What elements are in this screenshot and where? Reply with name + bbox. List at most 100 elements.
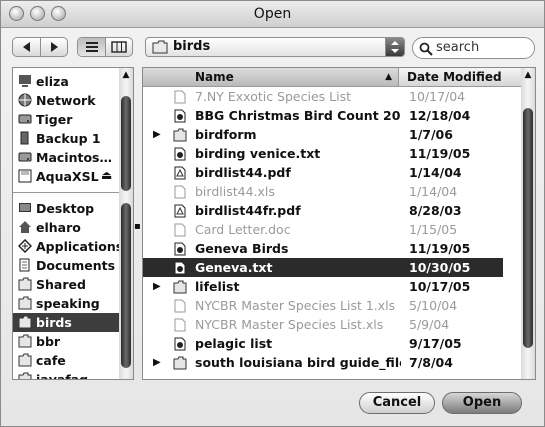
file-row[interactable]: birdlist44.pdf 1/14/04: [143, 163, 503, 182]
cancel-button[interactable]: Cancel: [359, 392, 435, 414]
file-name: birdlist44.pdf: [195, 165, 291, 180]
title-bar[interactable]: Open: [1, 1, 544, 28]
file-name: birding venice.txt: [195, 146, 321, 161]
sidebar-item-desktop[interactable]: Desktop: [13, 199, 133, 218]
eject-icon[interactable]: ⏏: [101, 168, 112, 182]
sidebar-item-tiger[interactable]: Tiger: [13, 110, 133, 129]
disclosure-triangle-icon[interactable]: ▶: [153, 281, 161, 292]
search-placeholder: search: [436, 40, 480, 55]
external-drive-icon: [18, 131, 32, 145]
sidebar-item-javafaq[interactable]: javafaq: [13, 370, 133, 380]
file-row[interactable]: birdlist44fr.pdf 8/28/03: [143, 201, 503, 220]
file-date: 9/17/05: [409, 336, 462, 351]
open-button[interactable]: Open: [442, 392, 522, 414]
search-icon: [419, 42, 433, 56]
list-view-button[interactable]: [78, 38, 106, 56]
back-forward-control: [12, 37, 68, 57]
disclosure-triangle-icon[interactable]: ▶: [153, 129, 161, 140]
forward-button[interactable]: [41, 38, 67, 56]
file-date: 1/15/05: [409, 222, 458, 237]
name-column-header[interactable]: Name ▲: [143, 68, 399, 86]
sidebar-item-eliza[interactable]: eliza: [13, 72, 133, 91]
date-column-label: Date Modified: [407, 70, 502, 84]
sidebar-item-label: Desktop: [36, 201, 95, 216]
sidebar-item-label: Shared: [36, 277, 86, 292]
applications-icon: [17, 238, 33, 254]
hard-drive-icon: [18, 150, 32, 164]
sidebar-item-label: Network: [36, 93, 96, 108]
txt-file-icon: [173, 336, 187, 351]
column-view-icon: [111, 41, 127, 53]
scroll-up-icon[interactable]: ▲: [119, 68, 133, 82]
globe-icon: [18, 93, 32, 107]
file-row[interactable]: pelagic list 9/17/05: [143, 334, 503, 353]
hard-drive-icon: [18, 112, 32, 126]
txt-file-icon: [173, 241, 187, 256]
name-column-label: Name: [195, 70, 234, 84]
column-view-button[interactable]: [106, 38, 132, 56]
disclosure-triangle-icon[interactable]: ▶: [153, 357, 161, 368]
file-row[interactable]: ▶ lifelist 10/17/05: [143, 277, 503, 296]
sidebar-item-macintos[interactable]: Macintos…: [13, 148, 133, 167]
sidebar-item-label: AquaXSL: [36, 169, 99, 184]
sidebar-item-speaking[interactable]: speaking: [13, 294, 133, 313]
date-column-header[interactable]: Date Modified: [399, 68, 523, 86]
sidebar-item-bbr[interactable]: bbr: [13, 332, 133, 351]
arrow-left-icon: [23, 42, 30, 52]
list-view-icon: [86, 42, 98, 52]
file-name: Geneva Birds: [195, 241, 289, 256]
file-row[interactable]: birding venice.txt 11/19/05: [143, 144, 503, 163]
file-row: Card Letter.doc 1/15/05: [143, 220, 503, 239]
sidebar-item-documents[interactable]: Documents: [13, 256, 133, 275]
file-row[interactable]: ▶ birdform 1/7/06: [143, 125, 503, 144]
scroll-up-icon[interactable]: ▲: [521, 68, 535, 82]
file-row: birdlist44.xls 1/14/04: [143, 182, 503, 201]
sidebar-item-label: Applications: [36, 239, 124, 254]
sidebar-scroll-thumb[interactable]: [121, 96, 131, 191]
sidebar: eliza Network Tiger Backup 1 Macintos… AquaXS…: [12, 67, 134, 380]
doc-file-icon: [173, 89, 187, 104]
folder-icon: [152, 40, 168, 54]
search-field[interactable]: search: [412, 37, 535, 59]
folder-icon: [173, 279, 187, 294]
sidebar-item-label: Backup 1: [36, 131, 101, 146]
file-row[interactable]: Geneva.txt 10/30/05: [143, 258, 503, 277]
folder-icon: [173, 355, 187, 370]
back-button[interactable]: [13, 38, 41, 56]
sidebar-item-applications[interactable]: Applications: [13, 237, 133, 256]
sidebar-item-birds[interactable]: birds: [13, 313, 133, 332]
file-date: 1/14/04: [409, 184, 458, 199]
file-name: lifelist: [195, 279, 240, 294]
sidebar-item-label: Documents: [36, 258, 116, 273]
folder-icon: [18, 372, 32, 379]
sidebar-item-elharo[interactable]: elharo: [13, 218, 133, 237]
arrow-right-icon: [51, 42, 58, 52]
sidebar-item-network[interactable]: Network: [13, 91, 133, 110]
sidebar-item-shared[interactable]: Shared: [13, 275, 133, 294]
pdf-file-icon: [173, 203, 187, 218]
sidebar-item-aquaxsl[interactable]: AquaXSL ⏏: [13, 167, 133, 186]
file-date: 5/9/04: [409, 317, 450, 332]
file-name: Card Letter.doc: [195, 222, 291, 237]
file-row: 7.NY Exxotic Species List 10/17/04: [143, 87, 503, 106]
desktop-icon: [18, 201, 32, 215]
splitter-handle[interactable]: ▪: [134, 221, 141, 232]
file-list-scroll-thumb[interactable]: [523, 108, 533, 348]
sidebar-item-label: speaking: [36, 296, 100, 311]
popup-arrows-icon: [385, 38, 404, 56]
sidebar-scroll-thumb-lower[interactable]: [121, 203, 131, 368]
file-row[interactable]: Geneva Birds 11/19/05: [143, 239, 503, 258]
pdf-file-icon: [173, 165, 187, 180]
disk-icon: [18, 169, 32, 183]
file-row[interactable]: BBG Christmas Bird Count 2004 12/18/04: [143, 106, 503, 125]
sidebar-scrollbar[interactable]: ▲: [119, 68, 133, 379]
file-row[interactable]: ▶ south louisiana bird guide_files 7/8/04: [143, 353, 503, 372]
sidebar-item-backup-1[interactable]: Backup 1: [13, 129, 133, 148]
file-list-scrollbar[interactable]: ▲: [521, 68, 535, 379]
txt-file-icon: [173, 260, 187, 275]
column-header: Name ▲ Date Modified: [143, 68, 523, 87]
location-popup[interactable]: birds: [145, 37, 405, 57]
sidebar-item-cafe[interactable]: cafe: [13, 351, 133, 370]
sidebar-item-label: javafaq: [36, 372, 89, 380]
file-row: NYCBR Master Species List.xls 5/9/04: [143, 315, 503, 334]
